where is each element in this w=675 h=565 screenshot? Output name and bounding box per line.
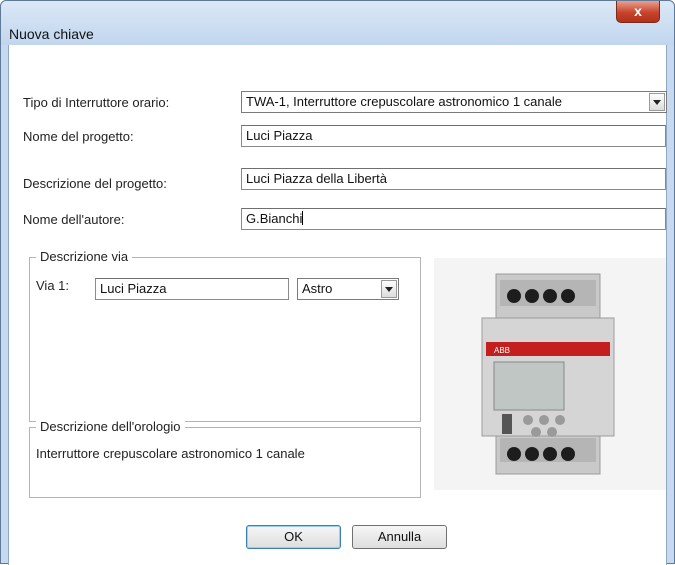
via-groupbox: Descrizione via Via 1: Luci Piazza Astro xyxy=(29,249,421,422)
descr-label: Descrizione del progetto: xyxy=(23,176,167,191)
tipo-select-value: TWA-1, Interruttore crepuscolare astrono… xyxy=(246,94,562,109)
via1-label: Via 1: xyxy=(36,278,70,293)
device-image: ABB xyxy=(434,258,666,490)
title-bar[interactable]: Nuova chiave x xyxy=(1,1,674,45)
dialog-window: Nuova chiave x Tipo di Interruttore orar… xyxy=(0,0,675,565)
dialog-body: Tipo di Interruttore orario: TWA-1, Inte… xyxy=(8,45,667,565)
chevron-down-icon[interactable] xyxy=(381,280,397,298)
descrizione-progetto-input[interactable]: Luci Piazza della Libertà xyxy=(241,168,666,190)
window-title: Nuova chiave xyxy=(9,26,94,42)
tipo-select[interactable]: TWA-1, Interruttore crepuscolare astrono… xyxy=(241,91,667,113)
orologio-group-legend: Descrizione dell'orologio xyxy=(36,419,185,434)
text-caret xyxy=(302,211,304,225)
annulla-button[interactable]: Annulla xyxy=(352,525,447,549)
autore-value: G.Bianchi xyxy=(246,211,303,226)
via1-input[interactable]: Luci Piazza xyxy=(95,278,289,300)
orologio-groupbox: Descrizione dell'orologio Interruttore c… xyxy=(29,419,421,498)
chevron-down-icon[interactable] xyxy=(649,93,665,111)
autore-input[interactable]: G.Bianchi xyxy=(241,208,666,230)
via-group-legend: Descrizione via xyxy=(36,249,133,264)
nome-progetto-input[interactable]: Luci Piazza xyxy=(241,125,666,147)
tipo-label: Tipo di Interruttore orario: xyxy=(23,95,170,110)
time-switch-device-icon: ABB xyxy=(434,258,666,490)
ok-button[interactable]: OK xyxy=(246,525,341,549)
via1-mode-value: Astro xyxy=(302,281,333,296)
orologio-description: Interruttore crepuscolare astronomico 1 … xyxy=(36,446,305,461)
nome-label: Nome del progetto: xyxy=(23,129,134,144)
close-button[interactable]: x xyxy=(616,1,660,23)
via1-mode-select[interactable]: Astro xyxy=(297,278,399,300)
autore-label: Nome dell'autore: xyxy=(23,212,125,227)
brand-logo: ABB xyxy=(494,346,510,355)
